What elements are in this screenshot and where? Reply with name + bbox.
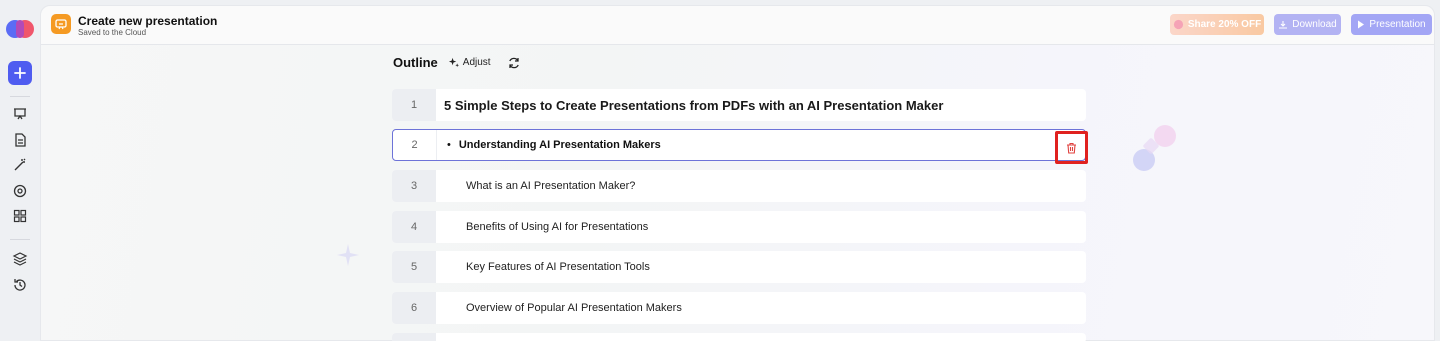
row-number	[392, 333, 436, 341]
outline-row-partial	[392, 333, 1086, 341]
plus-icon	[14, 67, 26, 79]
row-text[interactable]: Key Features of AI Presentation Tools	[466, 261, 650, 273]
save-status: Saved to the Cloud	[78, 28, 147, 37]
outline-heading: Outline	[393, 55, 438, 70]
row-text[interactable]: 5 Simple Steps to Create Presentations f…	[444, 98, 943, 113]
main-panel: Create new presentation Saved to the Clo…	[40, 5, 1435, 341]
logo-icon[interactable]	[6, 18, 34, 40]
sparkle-icon	[448, 57, 459, 68]
row-text[interactable]: Benefits of Using AI for Presentations	[466, 221, 648, 233]
outline-row-title[interactable]: 1 5 Simple Steps to Create Presentations…	[392, 89, 1086, 121]
left-rail	[0, 0, 40, 341]
adjust-button[interactable]: Adjust	[448, 57, 491, 68]
refresh-icon[interactable]	[507, 56, 521, 70]
row-text[interactable]: Overview of Popular AI Presentation Make…	[466, 302, 682, 314]
download-icon	[1279, 20, 1288, 29]
row-number: 1	[392, 89, 436, 121]
outline-header: Outline Adjust	[393, 55, 521, 70]
presentation-icon[interactable]	[12, 106, 28, 122]
row-text[interactable]: Understanding AI Presentation Makers	[459, 139, 661, 151]
delete-row-button[interactable]	[1055, 131, 1088, 164]
rail-divider	[10, 96, 30, 97]
adjust-label: Adjust	[462, 57, 491, 68]
target-icon[interactable]	[12, 183, 28, 199]
row-number: 4	[392, 211, 436, 243]
gift-icon	[1173, 19, 1183, 30]
row-number: 3	[392, 170, 436, 202]
share-button[interactable]: Share 20% OFF	[1170, 14, 1264, 35]
outline-row[interactable]: 5 Key Features of AI Presentation Tools	[392, 251, 1086, 283]
document-icon[interactable]	[12, 132, 28, 148]
history-icon[interactable]	[12, 277, 28, 293]
document-title[interactable]: Create new presentation	[78, 14, 217, 28]
top-bar: Create new presentation Saved to the Clo…	[41, 6, 1434, 45]
play-icon	[1358, 20, 1365, 29]
outline-row[interactable]: 3 What is an AI Presentation Maker?	[392, 170, 1086, 202]
rail-divider	[10, 239, 30, 240]
magic-wand-icon[interactable]	[12, 157, 28, 173]
outline-row[interactable]: 6 Overview of Popular AI Presentation Ma…	[392, 292, 1086, 324]
new-item-button[interactable]	[8, 61, 32, 85]
row-number: 5	[392, 251, 436, 283]
trash-icon	[1067, 142, 1076, 154]
sparkle-decoration-icon	[337, 244, 359, 266]
outline-row-section[interactable]: 2 • Understanding AI Presentation Makers	[392, 129, 1086, 161]
presentation-button[interactable]: Presentation	[1351, 14, 1432, 35]
bubbles-decoration-icon	[1133, 125, 1176, 171]
grid-icon[interactable]	[12, 208, 28, 224]
presentation-label: Presentation	[1369, 19, 1426, 30]
row-number: 6	[392, 292, 436, 324]
row-number: 2	[393, 130, 437, 160]
layers-icon[interactable]	[12, 251, 28, 267]
download-label: Download	[1292, 19, 1337, 30]
download-button[interactable]: Download	[1274, 14, 1341, 35]
outline-row[interactable]: 4 Benefits of Using AI for Presentations	[392, 211, 1086, 243]
bullet: •	[447, 139, 451, 151]
share-label: Share 20% OFF	[1187, 19, 1262, 30]
row-text[interactable]: What is an AI Presentation Maker?	[466, 180, 635, 192]
presentation-doc-icon	[51, 14, 71, 34]
